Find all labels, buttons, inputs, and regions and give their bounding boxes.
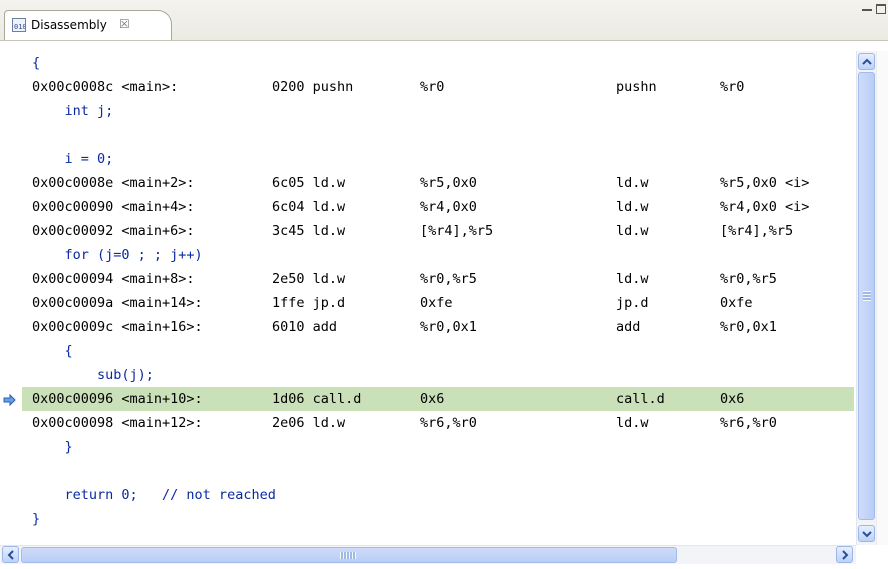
horizontal-scroll-thumb[interactable] bbox=[21, 547, 677, 563]
tab-disassembly[interactable]: 010 Disassembly ☒ bbox=[4, 10, 172, 40]
source-text: int j; bbox=[32, 103, 114, 119]
source-text: } bbox=[32, 511, 41, 527]
source-text: { bbox=[32, 343, 73, 359]
opcode: 0200 pushn bbox=[272, 79, 354, 95]
instruction-row[interactable]: 0x00c00090 <main+4>: 6c04 ld.w %r4,0x0 ld.w… bbox=[22, 195, 854, 219]
operands: %r6,%r0 bbox=[420, 415, 477, 431]
maximize-icon[interactable] bbox=[876, 4, 886, 14]
mnemonic: ld.w bbox=[616, 175, 649, 191]
operand-detail: %r0,0x1 bbox=[720, 319, 777, 335]
source-text: { bbox=[32, 55, 41, 71]
operand-detail: %r5,0x0 <i> bbox=[720, 175, 810, 191]
disassembly-listing[interactable]: {0x00c0008c <main>: 0200 pushn %r0 pushn %r0… bbox=[22, 41, 854, 545]
opcode: 1d06 call.d bbox=[272, 391, 362, 407]
scroll-down-icon[interactable] bbox=[858, 525, 875, 542]
opcode: 2e06 ld.w bbox=[272, 415, 346, 431]
address: 0x00c0008e <main+2>: bbox=[32, 175, 195, 191]
operand-detail: 0x6 bbox=[720, 391, 745, 407]
mnemonic: add bbox=[616, 319, 641, 335]
address: 0x00c00094 <main+8>: bbox=[32, 271, 195, 287]
source-text: for (j=0 ; ; j++) bbox=[32, 247, 203, 263]
operand-detail: %r4,0x0 <i> bbox=[720, 199, 810, 215]
svg-text:010: 010 bbox=[14, 23, 25, 31]
mnemonic: call.d bbox=[616, 391, 665, 407]
source-line[interactable]: } bbox=[22, 507, 854, 531]
operands: %r4,0x0 bbox=[420, 199, 477, 215]
disassembly-editor: {0x00c0008c <main>: 0200 pushn %r0 pushn %r0… bbox=[0, 41, 888, 569]
mnemonic: ld.w bbox=[616, 199, 649, 215]
mnemonic: pushn bbox=[616, 79, 657, 95]
instruction-pointer-icon bbox=[3, 392, 17, 407]
opcode: 1ffe jp.d bbox=[272, 295, 346, 311]
operands: %r0,%r5 bbox=[420, 271, 477, 287]
operands: %r0 bbox=[420, 79, 445, 95]
operand-detail: 0xfe bbox=[720, 295, 753, 311]
source-line[interactable] bbox=[22, 123, 854, 147]
vertical-scroll-thumb[interactable] bbox=[858, 72, 875, 520]
address: 0x00c00098 <main+12>: bbox=[32, 415, 203, 431]
tab-label: Disassembly bbox=[31, 18, 107, 32]
source-line[interactable]: i = 0; bbox=[22, 147, 854, 171]
opcode: 3c45 ld.w bbox=[272, 223, 346, 239]
operands: %r0,0x1 bbox=[420, 319, 477, 335]
mnemonic: ld.w bbox=[616, 223, 649, 239]
instruction-row[interactable]: 0x00c0008c <main>: 0200 pushn %r0 pushn %r0 bbox=[22, 75, 854, 99]
address: 0x00c00092 <main+6>: bbox=[32, 223, 195, 239]
vertical-scrollbar[interactable] bbox=[856, 51, 876, 545]
opcode: 6010 add bbox=[272, 319, 338, 335]
instruction-row[interactable]: 0x00c00094 <main+8>: 2e50 ld.w %r0,%r5 ld.w… bbox=[22, 267, 854, 291]
opcode: 6c05 ld.w bbox=[272, 175, 346, 191]
overview-ruler bbox=[0, 41, 22, 545]
instruction-row[interactable]: 0x00c0009c <main+16>: 6010 add %r0,0x1 add%… bbox=[22, 315, 854, 339]
horizontal-scrollbar[interactable] bbox=[0, 545, 856, 564]
source-line[interactable]: { bbox=[22, 339, 854, 363]
operand-detail: %r0 bbox=[720, 79, 745, 95]
source-line[interactable]: sub(j); bbox=[22, 363, 854, 387]
editor-tab-bar: 010 Disassembly ☒ bbox=[0, 0, 888, 41]
opcode: 2e50 ld.w bbox=[272, 271, 346, 287]
source-text: sub(j); bbox=[32, 367, 154, 383]
instruction-row[interactable]: 0x00c00098 <main+12>: 2e06 ld.w %r6,%r0 ld.… bbox=[22, 411, 854, 435]
source-line[interactable]: int j; bbox=[22, 99, 854, 123]
source-line[interactable]: for (j=0 ; ; j++) bbox=[22, 243, 854, 267]
source-line[interactable]: return 0; // not reached bbox=[22, 483, 854, 507]
source-line[interactable] bbox=[22, 459, 854, 483]
address: 0x00c0008c <main>: bbox=[32, 79, 179, 95]
overview-strip bbox=[876, 51, 888, 545]
minimize-icon[interactable] bbox=[862, 4, 872, 14]
operands: 0x6 bbox=[420, 391, 445, 407]
close-icon[interactable]: ☒ bbox=[119, 17, 130, 31]
scroll-left-icon[interactable] bbox=[2, 546, 19, 563]
instruction-row[interactable]: 0x00c0008e <main+2>: 6c05 ld.w %r5,0x0 ld.w… bbox=[22, 171, 854, 195]
address: 0x00c00090 <main+4>: bbox=[32, 199, 195, 215]
mnemonic: jp.d bbox=[616, 295, 649, 311]
current-instruction-row[interactable]: 0x00c00096 <main+10>: 1d06 call.d 0x6 call.… bbox=[22, 387, 854, 411]
source-text: i = 0; bbox=[32, 151, 114, 167]
scroll-right-icon[interactable] bbox=[836, 546, 853, 563]
source-text: } bbox=[32, 439, 73, 455]
operand-detail: %r6,%r0 bbox=[720, 415, 777, 431]
source-line[interactable]: { bbox=[22, 51, 854, 75]
operands: [%r4],%r5 bbox=[420, 223, 494, 239]
scroll-up-icon[interactable] bbox=[858, 53, 875, 70]
operands: 0xfe bbox=[420, 295, 453, 311]
opcode: 6c04 ld.w bbox=[272, 199, 346, 215]
instruction-row[interactable]: 0x00c0009a <main+14>: 1ffe jp.d 0xfe jp.d 0x… bbox=[22, 291, 854, 315]
disassembly-view-icon: 010 bbox=[12, 18, 26, 32]
instruction-row[interactable]: 0x00c00092 <main+6>: 3c45 ld.w [%r4],%r5 ld… bbox=[22, 219, 854, 243]
source-text: return 0; // not reached bbox=[32, 487, 276, 503]
mnemonic: ld.w bbox=[616, 415, 649, 431]
operands: %r5,0x0 bbox=[420, 175, 477, 191]
address: 0x00c0009a <main+14>: bbox=[32, 295, 203, 311]
source-line[interactable]: } bbox=[22, 435, 854, 459]
address: 0x00c00096 <main+10>: bbox=[32, 391, 203, 407]
mnemonic: ld.w bbox=[616, 271, 649, 287]
address: 0x00c0009c <main+16>: bbox=[32, 319, 203, 335]
operand-detail: [%r4],%r5 bbox=[720, 223, 794, 239]
operand-detail: %r0,%r5 bbox=[720, 271, 777, 287]
